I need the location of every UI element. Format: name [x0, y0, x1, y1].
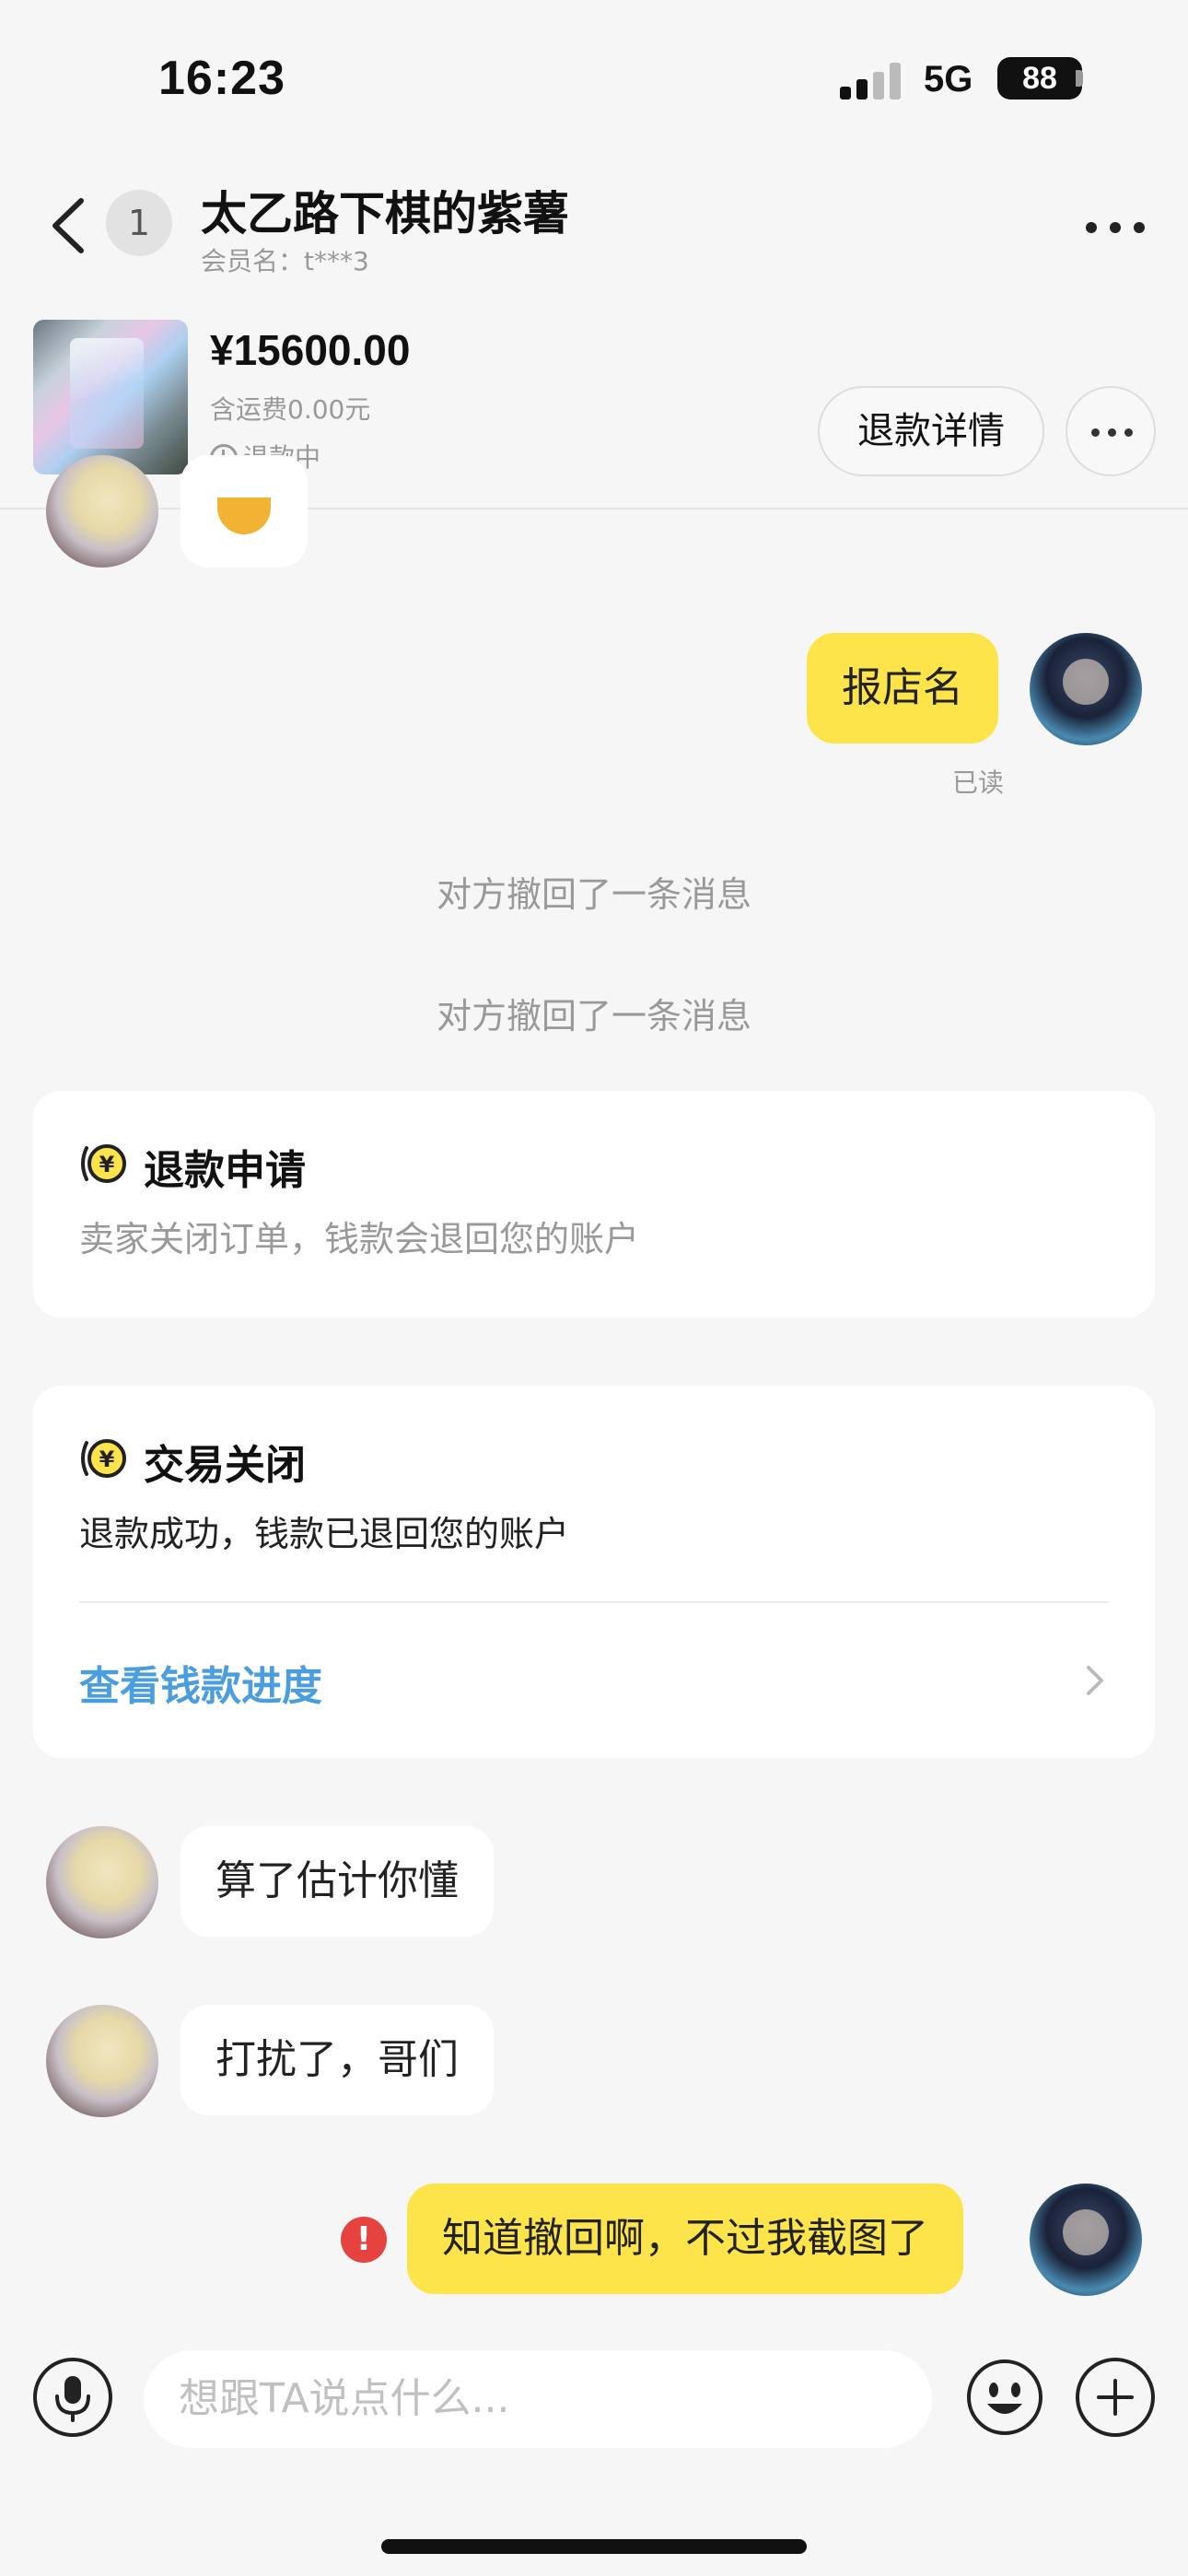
view-refund-progress-link[interactable]: 查看钱款进度 — [79, 1653, 322, 1712]
battery-icon: 88 — [997, 57, 1082, 100]
seller-avatar[interactable] — [46, 1826, 158, 1938]
emoji-icon[interactable] — [965, 2358, 1044, 2437]
more-icon[interactable] — [1082, 207, 1148, 244]
chevron-left-icon[interactable] — [46, 193, 92, 258]
message-bubble-outgoing[interactable]: 报店名 — [807, 633, 998, 744]
more-icon[interactable] — [1066, 386, 1156, 476]
chat-header: 1 太乙路下棋的紫薯 会员名：t***3 — [0, 157, 1188, 309]
product-thumbnail[interactable] — [33, 320, 188, 474]
input-bar: 想跟TA说点什么... — [0, 2336, 1188, 2465]
trade-closed-card[interactable]: ¥ 交易关闭 退款成功，钱款已退回您的账户 查看钱款进度 — [33, 1386, 1155, 1758]
member-name: 会员名：t***3 — [201, 246, 369, 276]
svg-text:¥: ¥ — [99, 1446, 115, 1472]
my-avatar[interactable] — [1030, 633, 1142, 745]
chat-title: 太乙路下棋的紫薯 — [201, 187, 569, 240]
microphone-icon[interactable] — [33, 2358, 112, 2437]
seller-avatar[interactable] — [46, 455, 158, 568]
home-indicator — [381, 2539, 807, 2554]
my-avatar[interactable] — [1030, 2184, 1142, 2296]
message-bubble-outgoing[interactable]: 知道撤回啊，不过我截图了 — [407, 2184, 963, 2294]
message-bubble-incoming[interactable]: 算了估计你懂 — [181, 1826, 494, 1937]
error-icon[interactable]: ! — [341, 2217, 387, 2263]
card-title: 退款申请 — [144, 1147, 306, 1194]
recall-notice: 对方撤回了一条消息 — [436, 874, 751, 915]
network-type: 5G — [924, 59, 973, 100]
refund-apply-card[interactable]: ¥ 退款申请 卖家关闭订单，钱款会退回您的账户 — [33, 1091, 1155, 1317]
shipping-fee: 含运费0.00元 — [210, 394, 371, 425]
yen-icon: ¥ — [81, 1144, 126, 1183]
card-title: 交易关闭 — [144, 1442, 306, 1489]
signal-icon — [840, 63, 904, 100]
status-time: 16:23 — [158, 52, 285, 105]
product-bar[interactable]: ¥15600.00 含运费0.00元 退款中 退款详情 — [0, 309, 1188, 509]
seller-avatar[interactable] — [46, 2005, 158, 2117]
card-description: 卖家关闭订单，钱款会退回您的账户 — [79, 1219, 640, 1259]
recall-notice: 对方撤回了一条消息 — [436, 996, 751, 1036]
refund-details-button[interactable]: 退款详情 — [818, 386, 1044, 476]
battery-cap — [1076, 70, 1083, 87]
svg-text:¥: ¥ — [99, 1152, 115, 1177]
status-bar: 16:23 5G 88 — [0, 0, 1188, 157]
message-input[interactable]: 想跟TA说点什么... — [144, 2350, 932, 2448]
product-price: ¥15600.00 — [210, 326, 411, 374]
plus-icon[interactable] — [1076, 2358, 1155, 2437]
card-description: 退款成功，钱款已退回您的账户 — [79, 1514, 570, 1554]
chevron-right-icon[interactable] — [1083, 1662, 1107, 1699]
divider — [79, 1601, 1109, 1603]
yen-icon: ¥ — [81, 1439, 126, 1478]
message-bubble-incoming[interactable]: 打扰了，哥们 — [181, 2005, 494, 2115]
read-receipt: 已读 — [952, 767, 1005, 798]
unread-count-badge[interactable]: 1 — [106, 190, 172, 256]
